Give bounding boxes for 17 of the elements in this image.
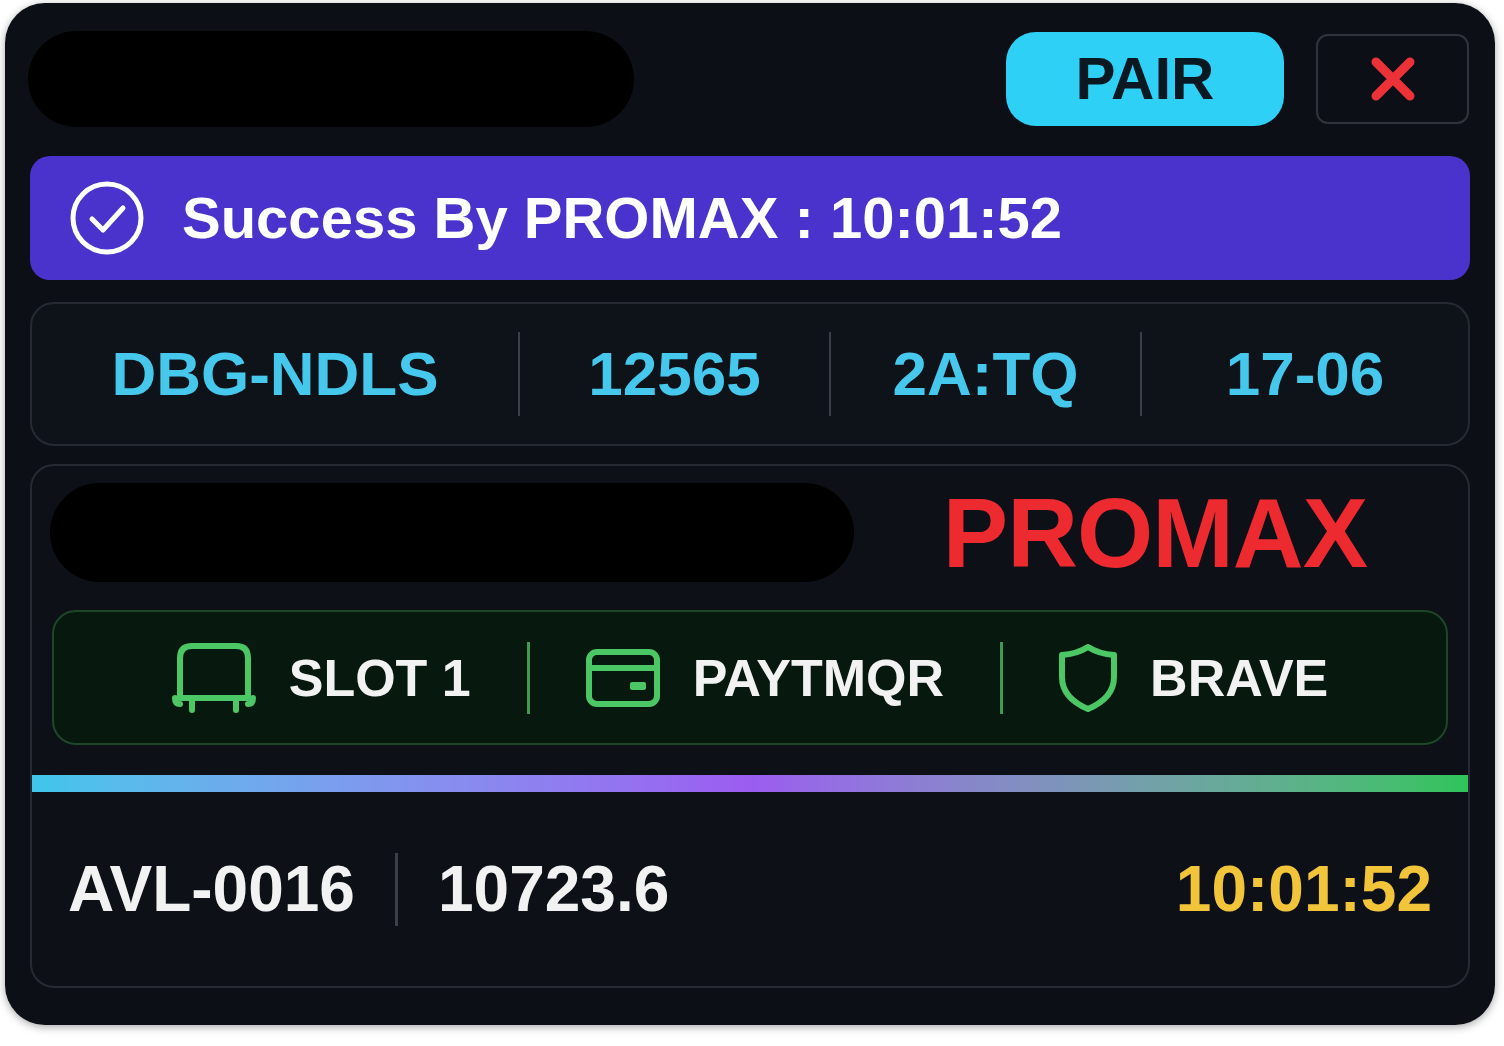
detail-label: PAYTMQR xyxy=(692,651,945,704)
check-circle-icon xyxy=(70,181,144,255)
shield-icon xyxy=(1059,643,1118,712)
order-id: AVL-0016 xyxy=(68,857,355,921)
seat-icon xyxy=(171,641,256,714)
brand-title: PROMAX xyxy=(942,483,1367,582)
info-value: 12565 xyxy=(588,343,761,405)
info-value: DBG-NDLS xyxy=(111,343,439,405)
detail-label: SLOT 1 xyxy=(288,651,471,704)
card-icon xyxy=(585,648,660,707)
time: 10:01:52 xyxy=(1175,857,1432,921)
close-icon xyxy=(1370,57,1415,101)
detail-label: BRAVE xyxy=(1150,651,1329,704)
info-value: 17-06 xyxy=(1225,343,1385,405)
amount: 10723.6 xyxy=(437,857,670,921)
pair-button[interactable]: PAIR xyxy=(1006,32,1284,126)
close-button[interactable] xyxy=(1316,34,1469,124)
